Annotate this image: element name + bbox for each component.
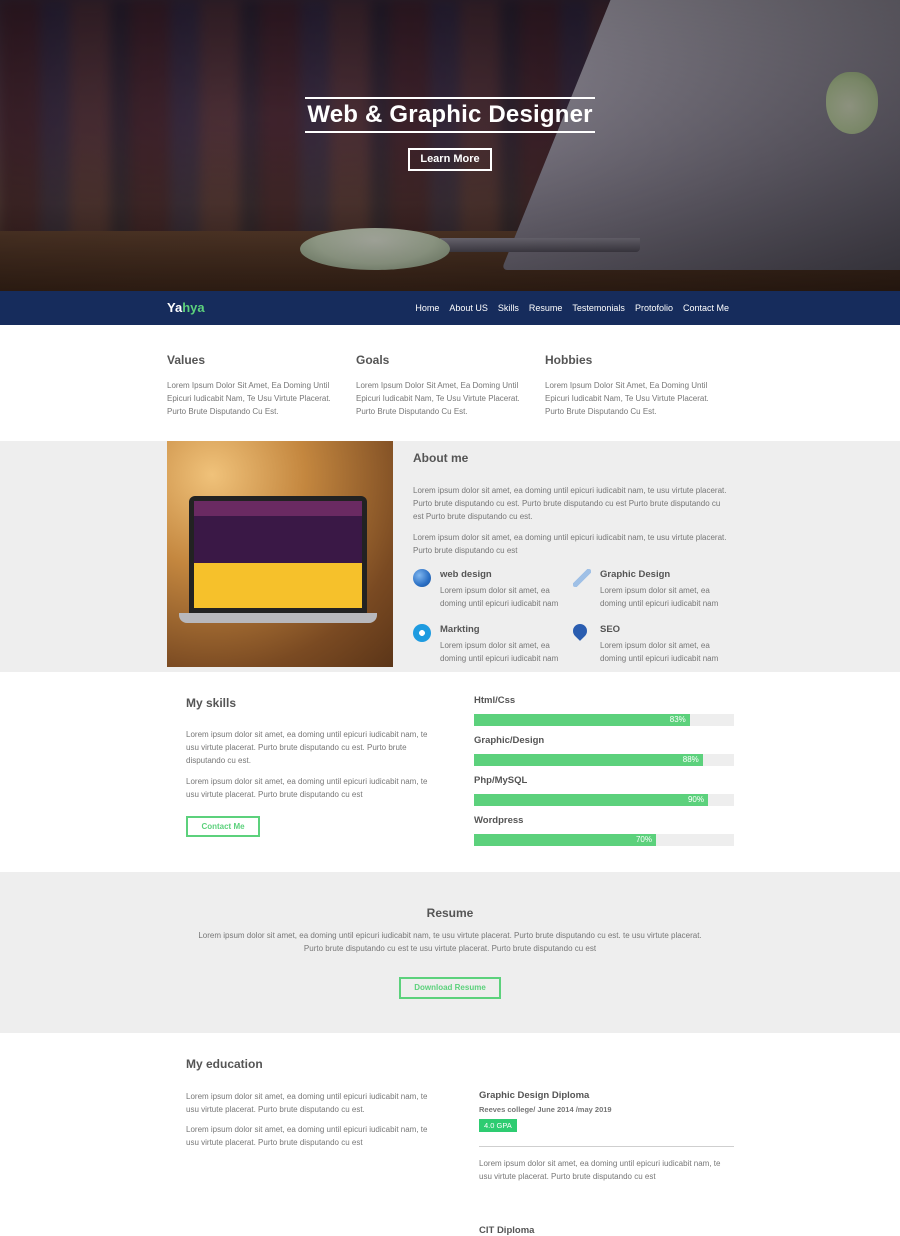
learn-more-button[interactable]: Learn More [408,148,492,171]
degree-text: Lorem ipsum dolor sit amet, ea doming un… [479,1159,721,1181]
brand-part2: hya [182,300,205,315]
skill-label: Graphic/Design [474,735,545,746]
degree-title: Graphic Design Diploma [479,1090,590,1101]
skill-percent: 83% [669,715,686,724]
skill-fill: 83% [474,714,690,726]
skills-title: My skills [186,696,237,710]
skills-paragraph-2: Lorem ipsum dolor sit amet, ea doming un… [186,777,428,799]
pin-icon [570,621,590,641]
service-title: Graphic Design [600,569,671,580]
skill-percent: 70% [635,835,652,844]
about-laptop-screen [189,496,367,613]
skill-track: 90% [474,794,734,806]
values-column: Values Lorem Ipsum Dolor Sit Amet, Ea Do… [167,353,352,418]
values-title: Values [167,353,206,367]
service-marketing: Markting Lorem ipsum dolor sit amet, ea … [413,624,563,665]
service-title: SEO [600,624,621,635]
goals-text: Lorem Ipsum Dolor Sit Amet, Ea Doming Un… [356,381,520,416]
about-section: About me Lorem ipsum dolor sit amet, ea … [0,441,900,672]
skills-section: My skills Lorem ipsum dolor sit amet, ea… [0,672,900,872]
degree-subtitle: Reeves college/ June 2014 /may 2019 [479,1105,612,1114]
contact-me-button[interactable]: Contact Me [186,816,260,837]
goals-column: Goals Lorem Ipsum Dolor Sit Amet, Ea Dom… [356,353,541,418]
hobbies-column: Hobbies Lorem Ipsum Dolor Sit Amet, Ea D… [545,353,730,418]
service-title: web design [440,569,492,580]
education-paragraph-2: Lorem ipsum dolor sit amet, ea doming un… [186,1125,428,1147]
brand-logo[interactable]: Yahya [167,291,205,325]
nav-item-home[interactable]: Home [415,303,439,313]
skill-percent: 90% [687,795,704,804]
about-paragraph-1: Lorem ipsum dolor sit amet, ea doming un… [413,486,727,521]
skill-label: Php/MySQL [474,775,528,786]
nav-item-testimonials[interactable]: Testemonials [572,303,625,313]
resume-text: Lorem ipsum dolor sit amet, ea doming un… [198,931,702,953]
service-title: Markting [440,624,480,635]
values-text: Lorem Ipsum Dolor Sit Amet, Ea Doming Un… [167,381,331,416]
skill-label: Wordpress [474,815,524,826]
nav-menu: Home About US Skills Resume Testemonials… [415,291,729,325]
nav-item-about[interactable]: About US [449,303,488,313]
pencil-icon [573,569,591,587]
nav-item-skills[interactable]: Skills [498,303,519,313]
values-section: Values Lorem Ipsum Dolor Sit Amet, Ea Do… [0,325,900,441]
globe-icon [413,569,431,587]
download-resume-button[interactable]: Download Resume [399,977,501,999]
skill-percent: 88% [682,755,699,764]
skill-label: Html/Css [474,695,516,706]
hobbies-text: Lorem Ipsum Dolor Sit Amet, Ea Doming Un… [545,381,709,416]
skill-track: 88% [474,754,734,766]
about-laptop-image [167,441,393,667]
skill-fill: 88% [474,754,703,766]
divider [479,1146,734,1147]
hero-title: Web & Graphic Designer [307,101,593,128]
about-title: About me [413,451,469,465]
service-seo: SEO Lorem ipsum dolor sit amet, ea domin… [570,621,723,665]
gpa-badge: 4.0 GPA [479,1119,517,1132]
about-laptop-base [179,613,377,623]
resume-section: Resume Lorem ipsum dolor sit amet, ea do… [0,872,900,1033]
people-icon [413,624,431,642]
skill-bar-graphic: Graphic/Design 88% [474,735,734,766]
nav-item-portfolio[interactable]: Protofolio [635,303,673,313]
service-web-design: web design Lorem ipsum dolor sit amet, e… [413,569,563,610]
skill-bar-php: Php/MySQL 90% [474,775,734,806]
hero-banner: Web & Graphic Designer Learn More [0,0,900,291]
main-nav: Yahya Home About US Skills Resume Testem… [0,291,900,325]
skill-bar-html: Html/Css 83% [474,695,734,726]
nav-item-contact[interactable]: Contact Me [683,303,729,313]
service-text: Lorem ipsum dolor sit amet, ea doming un… [440,641,559,663]
skill-track: 70% [474,834,734,846]
service-text: Lorem ipsum dolor sit amet, ea doming un… [440,586,559,608]
hero-overlay [0,0,900,291]
education-paragraph-1: Lorem ipsum dolor sit amet, ea doming un… [186,1092,428,1114]
skill-fill: 70% [474,834,656,846]
brand-part1: Ya [167,300,183,315]
service-text: Lorem ipsum dolor sit amet, ea doming un… [600,586,719,608]
skills-paragraph-1: Lorem ipsum dolor sit amet, ea doming un… [186,730,428,765]
hero-title-frame: Web & Graphic Designer [305,97,595,133]
service-text: Lorem ipsum dolor sit amet, ea doming un… [600,641,719,663]
skill-bar-wordpress: Wordpress 70% [474,815,734,846]
service-graphic-design: Graphic Design Lorem ipsum dolor sit ame… [573,569,723,610]
education-section: My education Lorem ipsum dolor sit amet,… [0,1033,900,1236]
skill-track: 83% [474,714,734,726]
hobbies-title: Hobbies [545,353,593,367]
skill-fill: 90% [474,794,708,806]
nav-item-resume[interactable]: Resume [529,303,563,313]
resume-title: Resume [426,906,474,920]
about-paragraph-2: Lorem ipsum dolor sit amet, ea doming un… [413,533,727,555]
goals-title: Goals [356,353,390,367]
education-title: My education [186,1057,263,1071]
